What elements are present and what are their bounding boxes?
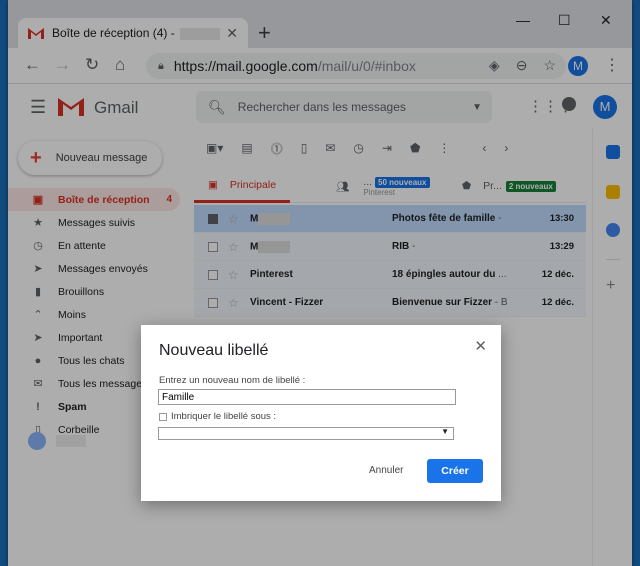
close-icon[interactable]: ✕ <box>474 337 487 355</box>
parent-label-select[interactable]: ▼ <box>158 427 454 440</box>
new-label-dialog: Nouveau libellé ✕ Entrez un nouveau nom … <box>141 325 501 501</box>
nest-label-row: Imbriquer le libellé sous : <box>159 411 276 422</box>
label-name-caption: Entrez un nouveau nom de libellé : <box>159 375 306 386</box>
create-button[interactable]: Créer <box>427 459 483 483</box>
label-name-input[interactable] <box>158 389 456 405</box>
dropdown-arrow-icon: ▼ <box>441 427 449 436</box>
cancel-button[interactable]: Annuler <box>369 465 403 476</box>
nest-label-caption: Imbriquer le libellé sous : <box>171 411 277 422</box>
dialog-title: Nouveau libellé <box>159 342 269 359</box>
nest-checkbox[interactable] <box>159 412 167 421</box>
